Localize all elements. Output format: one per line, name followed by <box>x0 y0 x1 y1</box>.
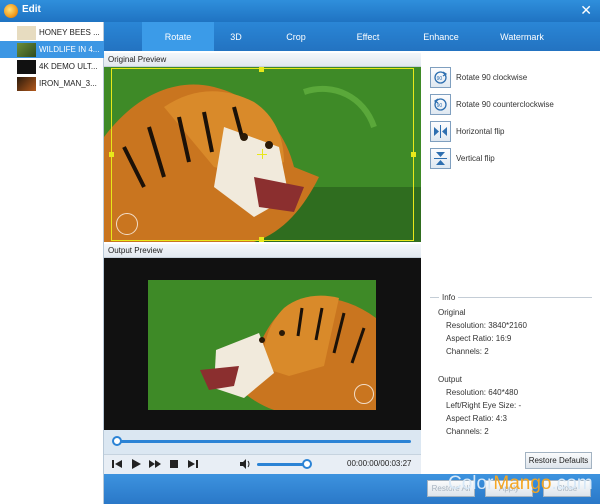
close-window-icon[interactable]: ✕ <box>580 2 592 18</box>
playback-controls: 00:00:00/00:03:27 <box>104 454 421 474</box>
volume-track[interactable] <box>257 463 307 466</box>
svg-text:90: 90 <box>437 103 443 109</box>
seek-bar <box>104 430 421 454</box>
rotate-counterclockwise-button[interactable]: 90 Rotate 90 counterclockwise <box>430 93 554 115</box>
crop-handle-right[interactable] <box>411 152 416 157</box>
seek-track[interactable] <box>114 440 411 443</box>
window-title: Edit <box>22 4 41 15</box>
skip-back-icon[interactable] <box>111 458 123 470</box>
watermark-logo-icon <box>116 213 138 235</box>
info-legend: Info <box>439 293 459 302</box>
fast-forward-icon[interactable] <box>149 458 161 470</box>
restore-defaults-button[interactable]: Restore Defaults <box>525 452 592 469</box>
tab-rotate[interactable]: Rotate <box>142 22 214 51</box>
file-item-4k-demo[interactable]: 4K DEMO ULT... <box>0 58 104 75</box>
info-output-eye-size: Left/Right Eye Size: - <box>446 401 522 410</box>
file-label: IRON_MAN_3... <box>39 79 97 88</box>
info-output-channels: Channels: 2 <box>446 427 489 436</box>
tab-bar: Rotate 3D Crop Effect Enhance Watermark <box>104 22 600 51</box>
info-output-resolution: Resolution: 640*480 <box>446 388 519 397</box>
info-original-resolution: Resolution: 3840*2160 <box>446 321 527 330</box>
info-original-header: Original <box>438 308 466 317</box>
watermark-logo-icon <box>354 384 374 404</box>
brand-part1: Color <box>448 473 494 494</box>
crop-handle-top[interactable] <box>259 67 264 72</box>
rotate-clockwise-label: Rotate 90 clockwise <box>456 72 528 82</box>
horizontal-flip-button[interactable]: Horizontal flip <box>430 120 504 142</box>
flip-vertical-icon <box>430 147 451 169</box>
seek-thumb[interactable] <box>112 436 122 446</box>
file-item-wildlife[interactable]: WILDLIFE IN 4... <box>0 41 104 58</box>
tab-watermark[interactable]: Watermark <box>486 22 558 51</box>
file-thumbnail <box>17 76 36 91</box>
file-label: 4K DEMO ULT... <box>39 62 98 71</box>
info-original-aspect: Aspect Ratio: 16:9 <box>446 334 512 343</box>
file-thumbnail <box>17 59 36 74</box>
crop-handle-bottom[interactable] <box>259 237 264 242</box>
crop-center-mark <box>262 149 263 159</box>
rotate-clockwise-button[interactable]: 90 Rotate 90 clockwise <box>430 66 527 88</box>
brand-part3: .com <box>551 473 593 494</box>
brand-part2: Mango <box>493 473 552 494</box>
original-preview <box>104 67 421 242</box>
file-label: HONEY BEES ... <box>39 28 100 37</box>
rotate-cw-icon: 90 <box>430 66 451 88</box>
tab-effect[interactable]: Effect <box>340 22 396 51</box>
vertical-flip-button[interactable]: Vertical flip <box>430 147 495 169</box>
svg-text:90: 90 <box>437 76 443 82</box>
flip-horizontal-icon <box>430 120 451 142</box>
output-preview-header: Output Preview <box>104 244 421 258</box>
horizontal-flip-label: Horizontal flip <box>456 126 505 136</box>
tab-enhance[interactable]: Enhance <box>410 22 472 51</box>
title-bar: Edit ✕ <box>0 0 600 22</box>
info-output-aspect: Aspect Ratio: 4:3 <box>446 414 507 423</box>
file-label: WILDLIFE IN 4... <box>39 45 100 54</box>
tab-crop[interactable]: Crop <box>268 22 324 51</box>
crop-handle-left[interactable] <box>109 152 114 157</box>
rotate-ccw-icon: 90 <box>430 93 451 115</box>
app-icon <box>4 4 18 18</box>
info-original-channels: Channels: 2 <box>446 347 489 356</box>
file-thumbnail <box>17 25 36 40</box>
file-list: HONEY BEES ... WILDLIFE IN 4... 4K DEMO … <box>0 22 104 504</box>
output-preview <box>104 258 421 430</box>
vertical-flip-label: Vertical flip <box>456 153 495 163</box>
info-output-header: Output <box>438 375 463 384</box>
volume-thumb[interactable] <box>302 459 312 469</box>
stop-icon[interactable] <box>168 458 180 470</box>
output-video-frame <box>104 258 421 430</box>
brand-watermark: ColorMango.com <box>448 473 593 495</box>
file-thumbnail <box>17 42 36 57</box>
time-display: 00:00:00/00:03:27 <box>347 459 412 468</box>
play-icon[interactable] <box>130 458 142 470</box>
skip-forward-icon[interactable] <box>187 458 199 470</box>
tab-3d[interactable]: 3D <box>214 22 258 51</box>
file-item-iron-man[interactable]: IRON_MAN_3... <box>0 75 104 92</box>
original-preview-header: Original Preview <box>104 53 421 67</box>
volume-icon[interactable] <box>239 458 251 470</box>
rotate-counterclockwise-label: Rotate 90 counterclockwise <box>456 99 554 109</box>
file-item-honey-bees[interactable]: HONEY BEES ... <box>0 24 104 41</box>
